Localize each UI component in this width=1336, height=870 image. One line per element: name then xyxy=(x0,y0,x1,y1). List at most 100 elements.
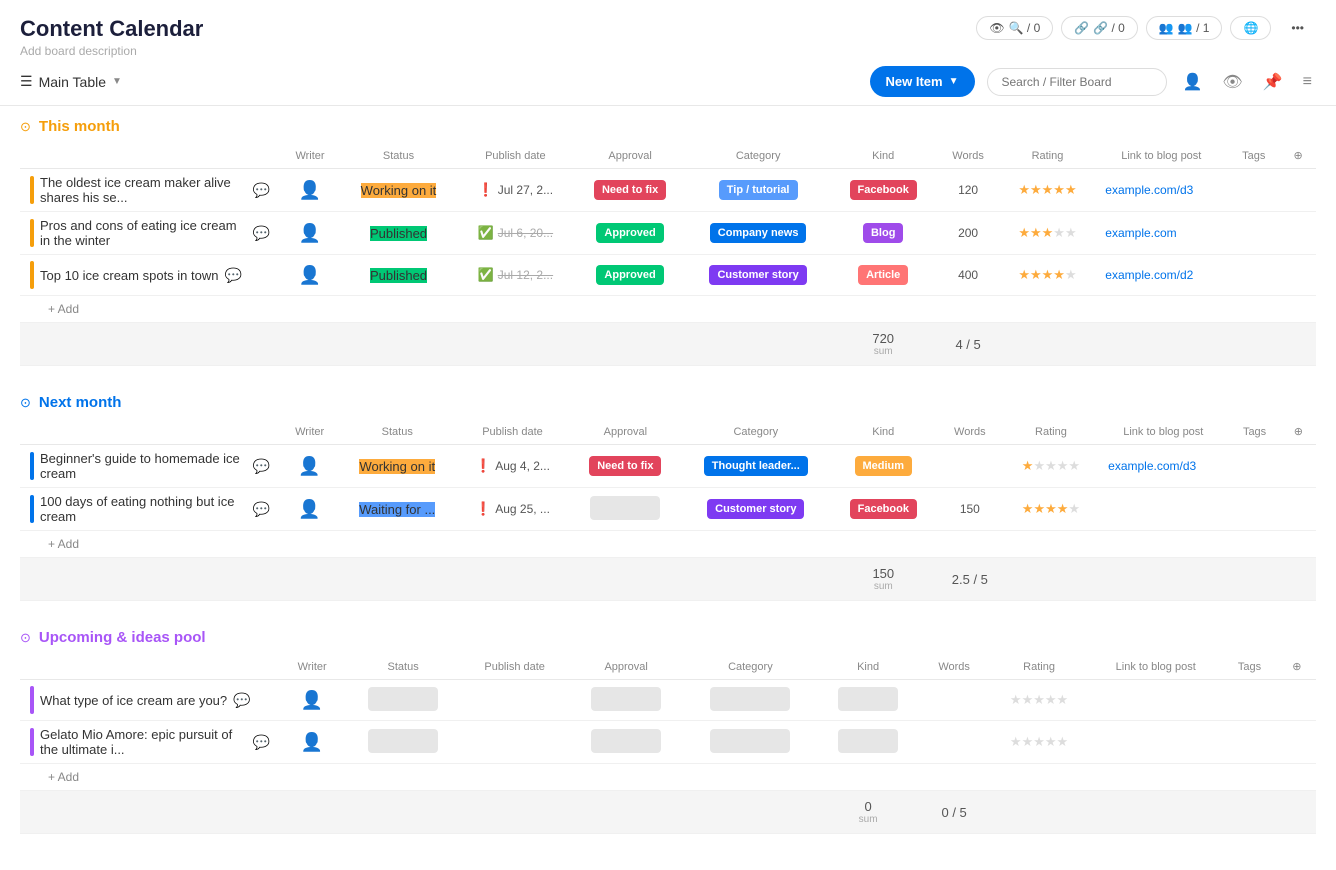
link-cell[interactable] xyxy=(1090,680,1221,721)
publish-date-cell[interactable]: ✅Jul 12, 2... xyxy=(457,255,574,296)
share-btn[interactable]: 🔗 🔗 / 0 xyxy=(1061,16,1138,40)
alert-icon: ❗ xyxy=(475,501,491,516)
kind-cell[interactable]: Facebook xyxy=(831,488,936,531)
publish-date: Aug 4, 2... xyxy=(495,459,550,473)
comment-icon[interactable]: 💬 xyxy=(253,458,270,475)
add-label[interactable]: + Add xyxy=(48,537,79,551)
rating-cell[interactable]: ★★★★★ xyxy=(988,721,1090,764)
rating-cell[interactable]: ★★★★★ xyxy=(1000,169,1096,212)
col-kind: Kind xyxy=(831,419,936,445)
add-label[interactable]: + Add xyxy=(48,302,79,316)
category-badge-empty xyxy=(710,729,790,753)
search-input[interactable] xyxy=(987,68,1167,96)
link-cell[interactable]: example.com/d2 xyxy=(1095,255,1227,296)
tags-cell xyxy=(1227,212,1280,255)
publish-date-cell[interactable] xyxy=(462,721,567,764)
status-cell[interactable]: Published xyxy=(340,255,457,296)
comment-icon[interactable]: 💬 xyxy=(253,501,270,518)
status-cell[interactable]: Waiting for ... xyxy=(339,488,455,531)
new-item-button[interactable]: New Item ▼ xyxy=(870,66,975,97)
writer-cell[interactable]: 👤 xyxy=(280,445,339,488)
col-rating: Rating xyxy=(1000,143,1096,169)
col-add[interactable]: ⊕ xyxy=(1278,654,1316,680)
kind-cell[interactable]: Blog xyxy=(830,212,937,255)
publish-date-cell[interactable]: ❗Aug 25, ... xyxy=(455,488,569,531)
comment-icon[interactable]: 💬 xyxy=(224,267,241,284)
status-cell[interactable]: Working on it xyxy=(340,169,457,212)
writer-cell[interactable]: 👤 xyxy=(280,169,340,212)
status-cell[interactable]: Working on it xyxy=(339,445,455,488)
add-label[interactable]: + Add xyxy=(48,770,79,784)
filter-icon[interactable]: ≡ xyxy=(1299,69,1316,95)
category-cell[interactable] xyxy=(685,680,816,721)
approval-cell[interactable] xyxy=(570,488,681,531)
kind-cell[interactable] xyxy=(816,721,921,764)
writer-cell[interactable]: 👤 xyxy=(280,721,344,764)
writer-cell[interactable]: 👤 xyxy=(280,212,340,255)
col-writer: Writer xyxy=(280,143,340,169)
category-cell[interactable]: Company news xyxy=(686,212,829,255)
publish-date-cell[interactable]: ❗Aug 4, 2... xyxy=(455,445,569,488)
link-cell[interactable] xyxy=(1098,488,1228,531)
rating-cell[interactable]: ★★★★★ xyxy=(1004,445,1098,488)
col-kind: Kind xyxy=(816,654,921,680)
link-cell[interactable]: example.com xyxy=(1095,212,1227,255)
add-row[interactable]: + Add xyxy=(20,764,1316,791)
kind-cell[interactable]: Medium xyxy=(831,445,936,488)
category-badge: Tip / tutorial xyxy=(719,180,798,200)
users-btn[interactable]: 👥 👥 / 1 xyxy=(1146,16,1223,40)
group-toggle-next-month[interactable]: ⊙ xyxy=(20,395,31,411)
rating-cell[interactable]: ★★★★★ xyxy=(1004,488,1098,531)
link-cell[interactable] xyxy=(1090,721,1221,764)
category-cell[interactable]: Thought leader... xyxy=(681,445,831,488)
category-cell[interactable]: Tip / tutorial xyxy=(686,169,829,212)
eye-off-icon[interactable]: 👁 xyxy=(1218,68,1246,96)
category-cell[interactable]: Customer story xyxy=(686,255,829,296)
writer-cell[interactable]: 👤 xyxy=(280,680,344,721)
kind-cell[interactable]: Article xyxy=(830,255,937,296)
comment-icon[interactable]: 💬 xyxy=(253,182,270,199)
status-cell[interactable]: Published xyxy=(340,212,457,255)
group-toggle-upcoming[interactable]: ⊙ xyxy=(20,630,31,646)
approval-cell[interactable]: Need to fix xyxy=(574,169,687,212)
add-row[interactable]: + Add xyxy=(20,531,1316,558)
status-cell[interactable] xyxy=(344,721,462,764)
writer-cell[interactable]: 👤 xyxy=(280,255,340,296)
writer-cell[interactable]: 👤 xyxy=(280,488,339,531)
link-cell[interactable]: example.com/d3 xyxy=(1095,169,1227,212)
comment-icon[interactable]: 💬 xyxy=(253,225,270,242)
col-tags: Tags xyxy=(1221,654,1278,680)
rating-cell[interactable]: ★★★★★ xyxy=(1000,212,1096,255)
person-icon[interactable]: 👤 xyxy=(1179,68,1207,96)
status-cell[interactable] xyxy=(344,680,462,721)
category-cell[interactable] xyxy=(685,721,816,764)
group-header-next-month: ⊙ Next month xyxy=(20,382,1316,419)
add-row[interactable]: + Add xyxy=(20,296,1316,323)
publish-date-cell[interactable] xyxy=(462,680,567,721)
words-sum: 720 sum xyxy=(830,323,937,366)
approval-cell[interactable]: Approved xyxy=(574,255,687,296)
approval-cell[interactable]: Need to fix xyxy=(570,445,681,488)
group-toggle-this-month[interactable]: ⊙ xyxy=(20,119,31,135)
eye-btn[interactable]: 👁 🔍 / 0 xyxy=(976,16,1053,40)
rating-cell[interactable]: ★★★★★ xyxy=(1000,255,1096,296)
app-subtitle: Add board description xyxy=(20,44,203,58)
kind-cell[interactable]: Facebook xyxy=(830,169,937,212)
globe-btn[interactable]: 🌐 xyxy=(1230,16,1271,40)
pin-icon[interactable]: 📌 xyxy=(1259,68,1287,96)
approval-cell[interactable] xyxy=(567,680,685,721)
publish-date-cell[interactable]: ✅Jul 6, 20... xyxy=(457,212,574,255)
more-btn[interactable]: ••• xyxy=(1279,17,1316,39)
col-add[interactable]: ⊕ xyxy=(1281,419,1316,445)
category-cell[interactable]: Customer story xyxy=(681,488,831,531)
col-add[interactable]: ⊕ xyxy=(1280,143,1316,169)
publish-date-cell[interactable]: ❗Jul 27, 2... xyxy=(457,169,574,212)
approval-cell[interactable]: Approved xyxy=(574,212,687,255)
main-table-button[interactable]: ☰ Main Table ▼ xyxy=(20,73,122,90)
comment-icon[interactable]: 💬 xyxy=(233,692,250,709)
comment-icon[interactable]: 💬 xyxy=(253,734,270,751)
approval-cell[interactable] xyxy=(567,721,685,764)
link-cell[interactable]: example.com/d3 xyxy=(1098,445,1228,488)
rating-cell[interactable]: ★★★★★ xyxy=(988,680,1090,721)
kind-cell[interactable] xyxy=(816,680,921,721)
